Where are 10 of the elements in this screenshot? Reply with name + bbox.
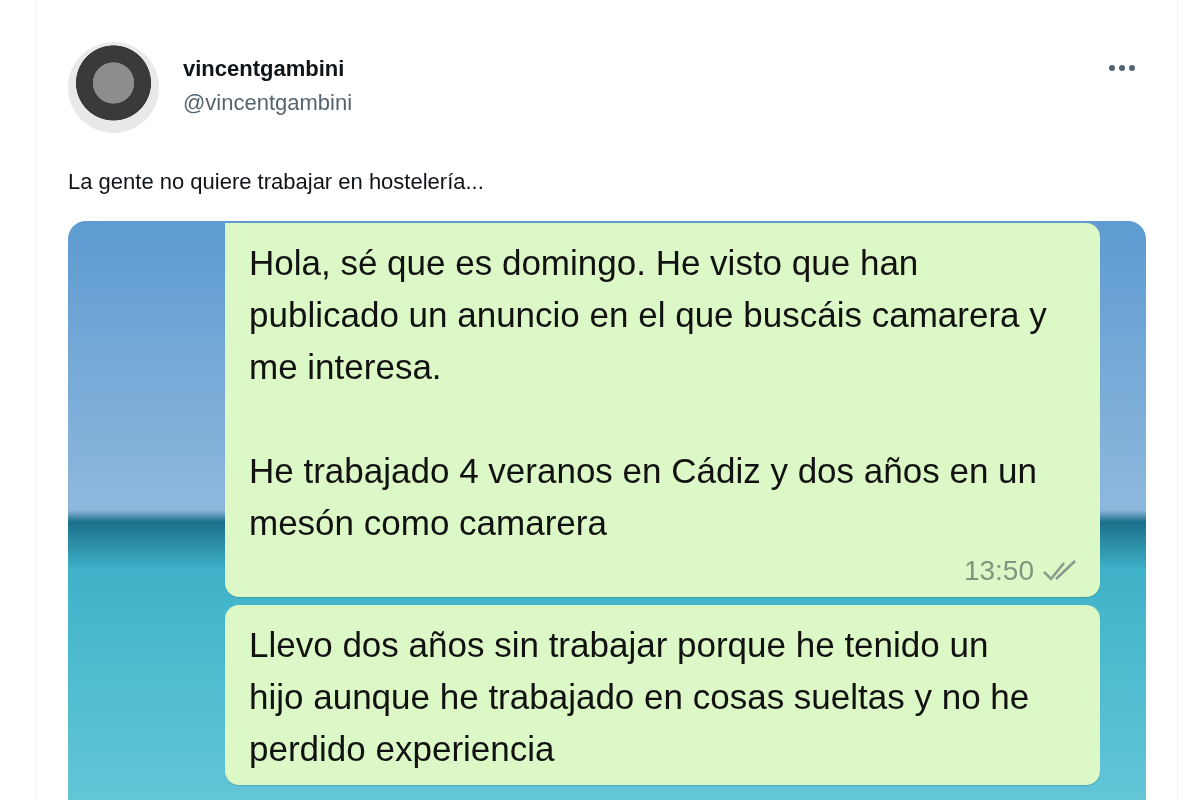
message-time: 13:50: [963, 555, 1034, 587]
message-text: He trabajado 4 veranos en Cádiz y dos años en un mesón como camarera: [249, 450, 1038, 544]
message-text: Llevo dos años sin trabajar porque he tenido un hijo aunque he trabajado en cosas sueltas y no he perdido experiencia: [249, 624, 1031, 770]
display-name[interactable]: vincentgambini: [183, 56, 345, 82]
chat-screenshot-image[interactable]: [68, 221, 1146, 800]
message-text: Hola, sé que es domingo. He visto que han publicado un anuncio en el que buscáis camarera y me interesa.: [249, 242, 1048, 388]
double-check-icon: [1042, 560, 1078, 582]
user-handle[interactable]: @vincentgambini: [183, 90, 353, 116]
more-icon[interactable]: [1108, 64, 1136, 72]
tweet-text: La gente no quiere trabajar en hostelería...: [68, 169, 485, 195]
